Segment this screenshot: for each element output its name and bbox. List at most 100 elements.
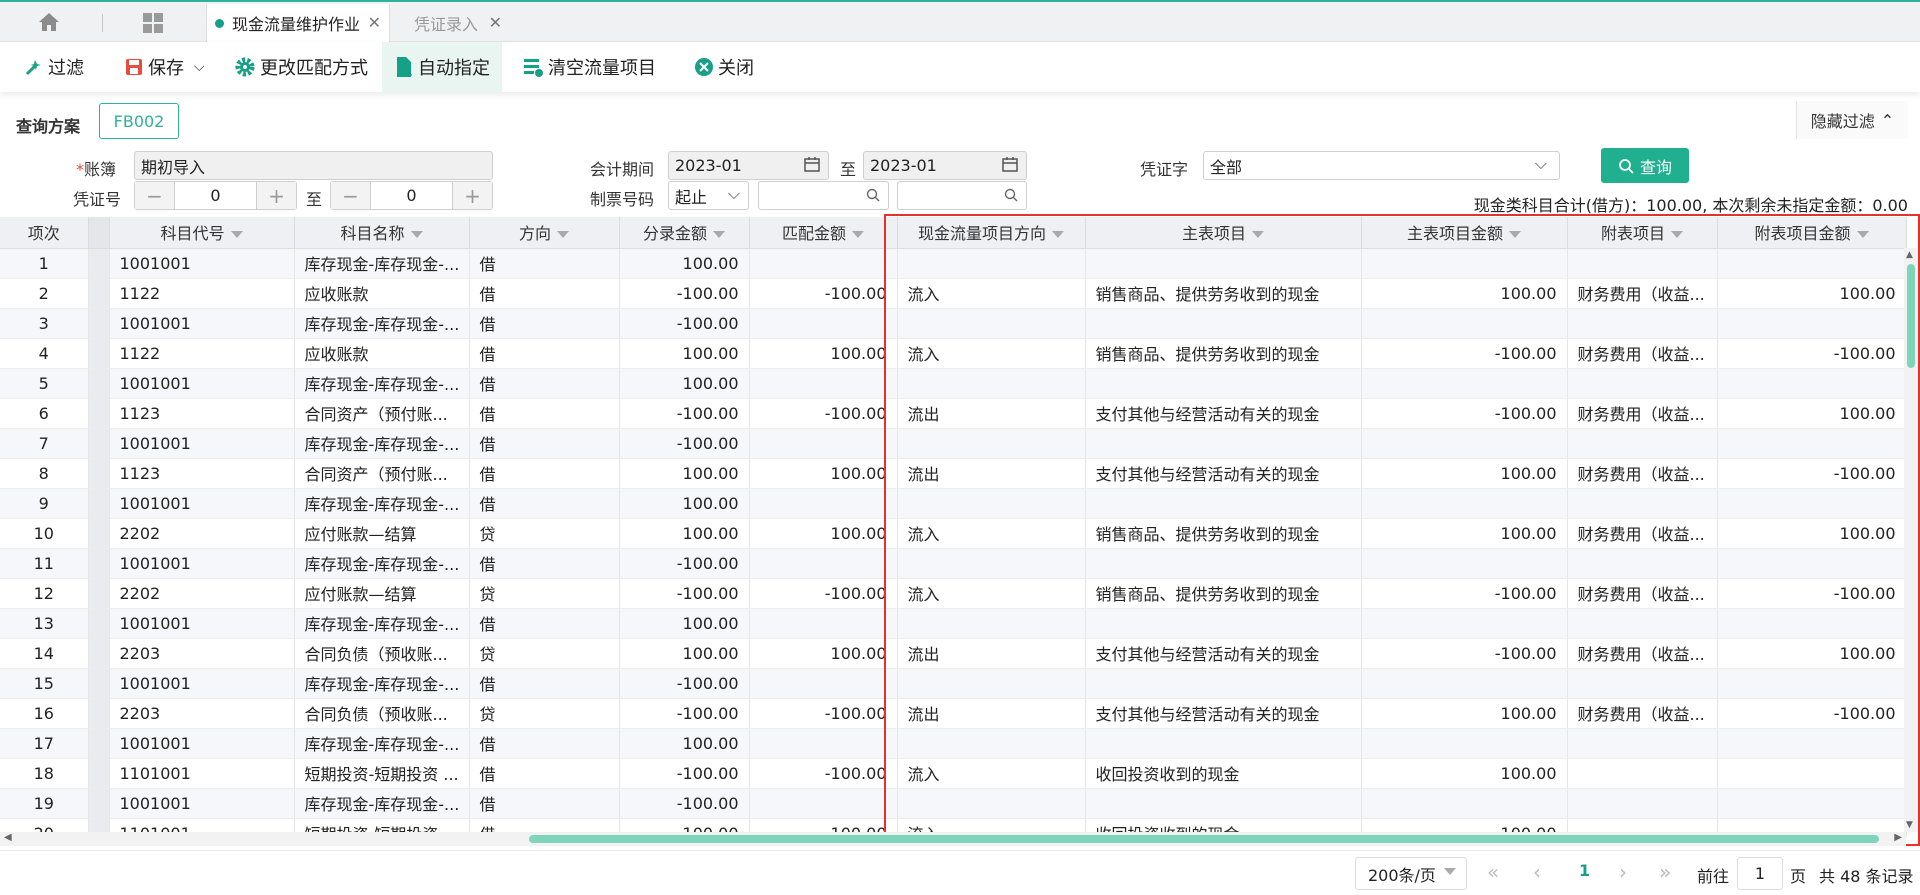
cell-account-code[interactable]: 1001001	[109, 788, 295, 819]
cell-account-name[interactable]: 库存现金-库存现金-...	[294, 488, 470, 519]
cell-account-name[interactable]: 合同资产（预付账...	[294, 458, 470, 489]
cell-match-amount[interactable]: -100.00	[749, 698, 898, 729]
cell-account-code[interactable]: 1001001	[109, 488, 295, 519]
cell-entry-amount[interactable]: -100.00	[619, 398, 750, 429]
cell-entry-amount[interactable]: 100.00	[619, 638, 750, 669]
cell-account-name[interactable]: 短期投资-短期投资 ...	[294, 758, 470, 789]
cell-account-name[interactable]: 应收账款	[294, 278, 470, 309]
cell-index[interactable]: 7	[0, 428, 89, 459]
close-icon[interactable]: ✕	[368, 13, 381, 32]
voucher-word-select[interactable]: 全部 ⌵	[1203, 151, 1560, 180]
cell-match-amount[interactable]	[749, 248, 898, 279]
cell-direction[interactable]: 借	[469, 338, 620, 369]
cell-index[interactable]: 2	[0, 278, 89, 309]
decrement-button[interactable]: −	[135, 182, 175, 209]
cell-account-code[interactable]: 1123	[109, 458, 295, 489]
cell-account-code[interactable]: 1001001	[109, 608, 295, 639]
cell-entry-amount[interactable]: -100.00	[619, 668, 750, 699]
cell-account-name[interactable]: 库存现金-库存现金-...	[294, 308, 470, 339]
query-button[interactable]: 查询	[1601, 148, 1689, 183]
cell-match-amount[interactable]	[749, 788, 898, 819]
cell-entry-amount[interactable]: 100.00	[619, 728, 750, 759]
cell-account-name[interactable]: 库存现金-库存现金-...	[294, 728, 470, 759]
change-match-button[interactable]: 更改匹配方式	[234, 50, 368, 84]
clear-items-button[interactable]: 清空流量项目	[522, 50, 656, 84]
bill-no-to-input[interactable]	[897, 181, 1027, 210]
cell-direction[interactable]: 贷	[469, 578, 620, 609]
cell-index[interactable]: 13	[0, 608, 89, 639]
cell-match-amount[interactable]: -100.00	[749, 278, 898, 309]
cell-entry-amount[interactable]: -100.00	[619, 548, 750, 579]
cell-account-code[interactable]: 1001001	[109, 428, 295, 459]
cell-index[interactable]: 1	[0, 248, 89, 279]
cell-direction[interactable]: 借	[469, 488, 620, 519]
page-size-select[interactable]: 200条/页	[1355, 857, 1467, 890]
cell-account-code[interactable]: 1001001	[109, 308, 295, 339]
tab-voucher-entry[interactable]: 凭证录入 ✕	[392, 4, 510, 42]
scrollbar-thumb[interactable]	[529, 835, 1879, 843]
cell-account-code[interactable]: 1123	[109, 398, 295, 429]
cell-match-amount[interactable]: -100.00	[749, 578, 898, 609]
cell-match-amount[interactable]	[749, 668, 898, 699]
cell-match-amount[interactable]: -100.00	[749, 398, 898, 429]
cell-account-code[interactable]: 2202	[109, 518, 295, 549]
tab-cashflow-maintenance[interactable]: 现金流量维护作业 ✕	[206, 4, 390, 42]
cell-match-amount[interactable]: 100.00	[749, 638, 898, 669]
first-page-icon[interactable]: «	[1487, 860, 1499, 884]
cell-account-name[interactable]: 库存现金-库存现金-...	[294, 428, 470, 459]
cell-entry-amount[interactable]: -100.00	[619, 428, 750, 459]
cell-direction[interactable]: 贷	[469, 518, 620, 549]
period-to-field[interactable]: 2023-01	[863, 151, 1027, 180]
filter-icon[interactable]	[852, 231, 864, 239]
cell-match-amount[interactable]: 100.00	[749, 338, 898, 369]
filter-button[interactable]: 过滤	[24, 50, 84, 84]
cell-account-code[interactable]: 1122	[109, 278, 295, 309]
cell-direction[interactable]: 贷	[469, 638, 620, 669]
cell-entry-amount[interactable]: 100.00	[619, 608, 750, 639]
cell-entry-amount[interactable]: 100.00	[619, 518, 750, 549]
book-field[interactable]: 期初导入	[134, 151, 493, 180]
apps-grid-icon[interactable]	[142, 12, 166, 34]
vertical-scrollbar[interactable]: ▲ ▼	[1904, 248, 1918, 832]
cell-account-code[interactable]: 2203	[109, 698, 295, 729]
calendar-icon[interactable]	[804, 156, 820, 176]
cell-index[interactable]: 4	[0, 338, 89, 369]
cell-direction[interactable]: 借	[469, 608, 620, 639]
goto-page-input[interactable]: 1	[1737, 857, 1783, 890]
query-scheme-chip[interactable]: FB002	[99, 103, 179, 139]
cell-entry-amount[interactable]: -100.00	[619, 758, 750, 789]
cell-direction[interactable]: 借	[469, 758, 620, 789]
hide-filter-button[interactable]: 隐藏过滤 ⌃	[1796, 101, 1908, 139]
cell-index[interactable]: 10	[0, 518, 89, 549]
search-icon[interactable]	[1004, 187, 1018, 206]
cell-account-code[interactable]: 2203	[109, 638, 295, 669]
close-icon[interactable]: ✕	[489, 13, 502, 32]
cell-entry-amount[interactable]: -100.00	[619, 278, 750, 309]
cell-match-amount[interactable]	[749, 368, 898, 399]
cell-index[interactable]: 9	[0, 488, 89, 519]
cell-match-amount[interactable]: 100.00	[749, 518, 898, 549]
cell-direction[interactable]: 借	[469, 308, 620, 339]
cell-account-code[interactable]: 1001001	[109, 548, 295, 579]
col-header-account-code[interactable]: 科目代号	[109, 217, 295, 249]
filter-icon[interactable]	[713, 231, 725, 239]
scroll-down-icon[interactable]: ▼	[1906, 820, 1913, 830]
cell-entry-amount[interactable]: 100.00	[619, 488, 750, 519]
voucher-no-from-stepper[interactable]: − 0 +	[134, 181, 297, 210]
home-icon[interactable]	[38, 12, 62, 34]
cell-account-code[interactable]: 1001001	[109, 368, 295, 399]
cell-account-name[interactable]: 库存现金-库存现金-...	[294, 548, 470, 579]
prev-page-icon[interactable]: ‹	[1533, 860, 1541, 884]
last-page-icon[interactable]: »	[1659, 860, 1671, 884]
cell-direction[interactable]: 借	[469, 458, 620, 489]
cell-index[interactable]: 15	[0, 668, 89, 699]
decrement-button[interactable]: −	[331, 182, 371, 209]
cell-direction[interactable]: 借	[469, 428, 620, 459]
scroll-left-icon[interactable]: ◀	[4, 832, 12, 843]
cell-match-amount[interactable]: -100.00	[749, 758, 898, 789]
cell-index[interactable]: 17	[0, 728, 89, 759]
cell-entry-amount[interactable]: 100.00	[619, 368, 750, 399]
cell-index[interactable]: 14	[0, 638, 89, 669]
cell-index[interactable]: 5	[0, 368, 89, 399]
cell-direction[interactable]: 借	[469, 788, 620, 819]
